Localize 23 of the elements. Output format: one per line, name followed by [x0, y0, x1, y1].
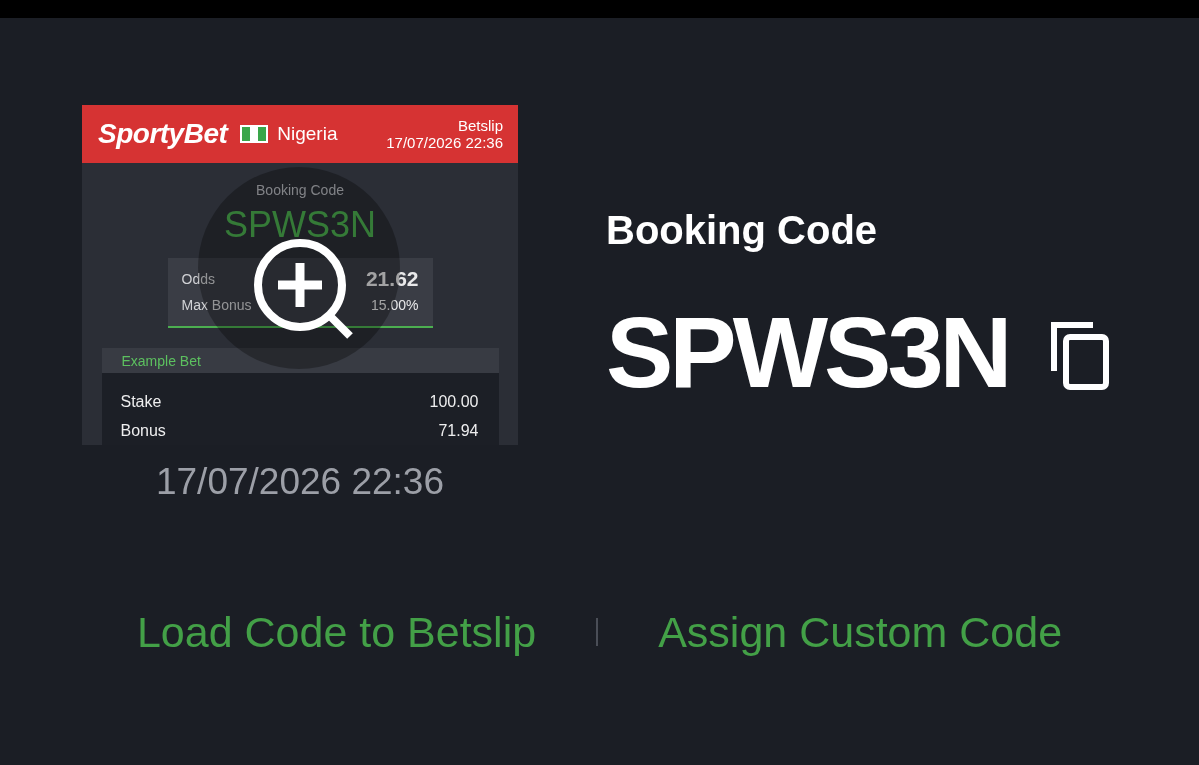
summary-label: Max Bonus — [181, 296, 252, 314]
bet-label: Bonus — [120, 420, 166, 441]
bet-value: 71.94 — [438, 420, 479, 441]
booking-code-label: Booking Code — [256, 182, 344, 199]
betslip-datetime: 17/07/2026 22:36 — [386, 134, 503, 151]
preview-datetime: 17/07/2026 22:36 — [155, 461, 445, 503]
bet-label: Stake — [120, 391, 162, 412]
booking-code: SPWS3N — [223, 205, 376, 245]
summary-value: 21.62 — [365, 267, 419, 291]
bet-value: 100.00 — [429, 391, 479, 412]
flag-icon — [240, 125, 269, 143]
logo-text: SportyBet — [98, 118, 228, 150]
summary-value: 15.00% — [371, 296, 419, 314]
booking-code-value: SPWS3N — [606, 302, 1009, 403]
betslip-preview[interactable]: SportyBet Nigeria Betslip 17/07/2026 22:36 Booking Code SPWS3N Odds 21.62 Max Bonus 15.00% Example Bet Stake 100.00 Bonus 71.94 — [82, 105, 518, 445]
country-label: Nigeria — [277, 122, 338, 146]
betslip-title: Betslip — [457, 117, 503, 134]
booking-code-title: Booking Code — [606, 207, 879, 254]
action-link[interactable]: Load Code to Betslip — [136, 607, 537, 657]
action-link[interactable]: Assign Custom Code — [658, 607, 1063, 657]
example-bet-title: Example Bet — [121, 351, 201, 370]
summary-label: Odds — [181, 270, 215, 288]
copy-icon[interactable] — [1048, 322, 1109, 390]
